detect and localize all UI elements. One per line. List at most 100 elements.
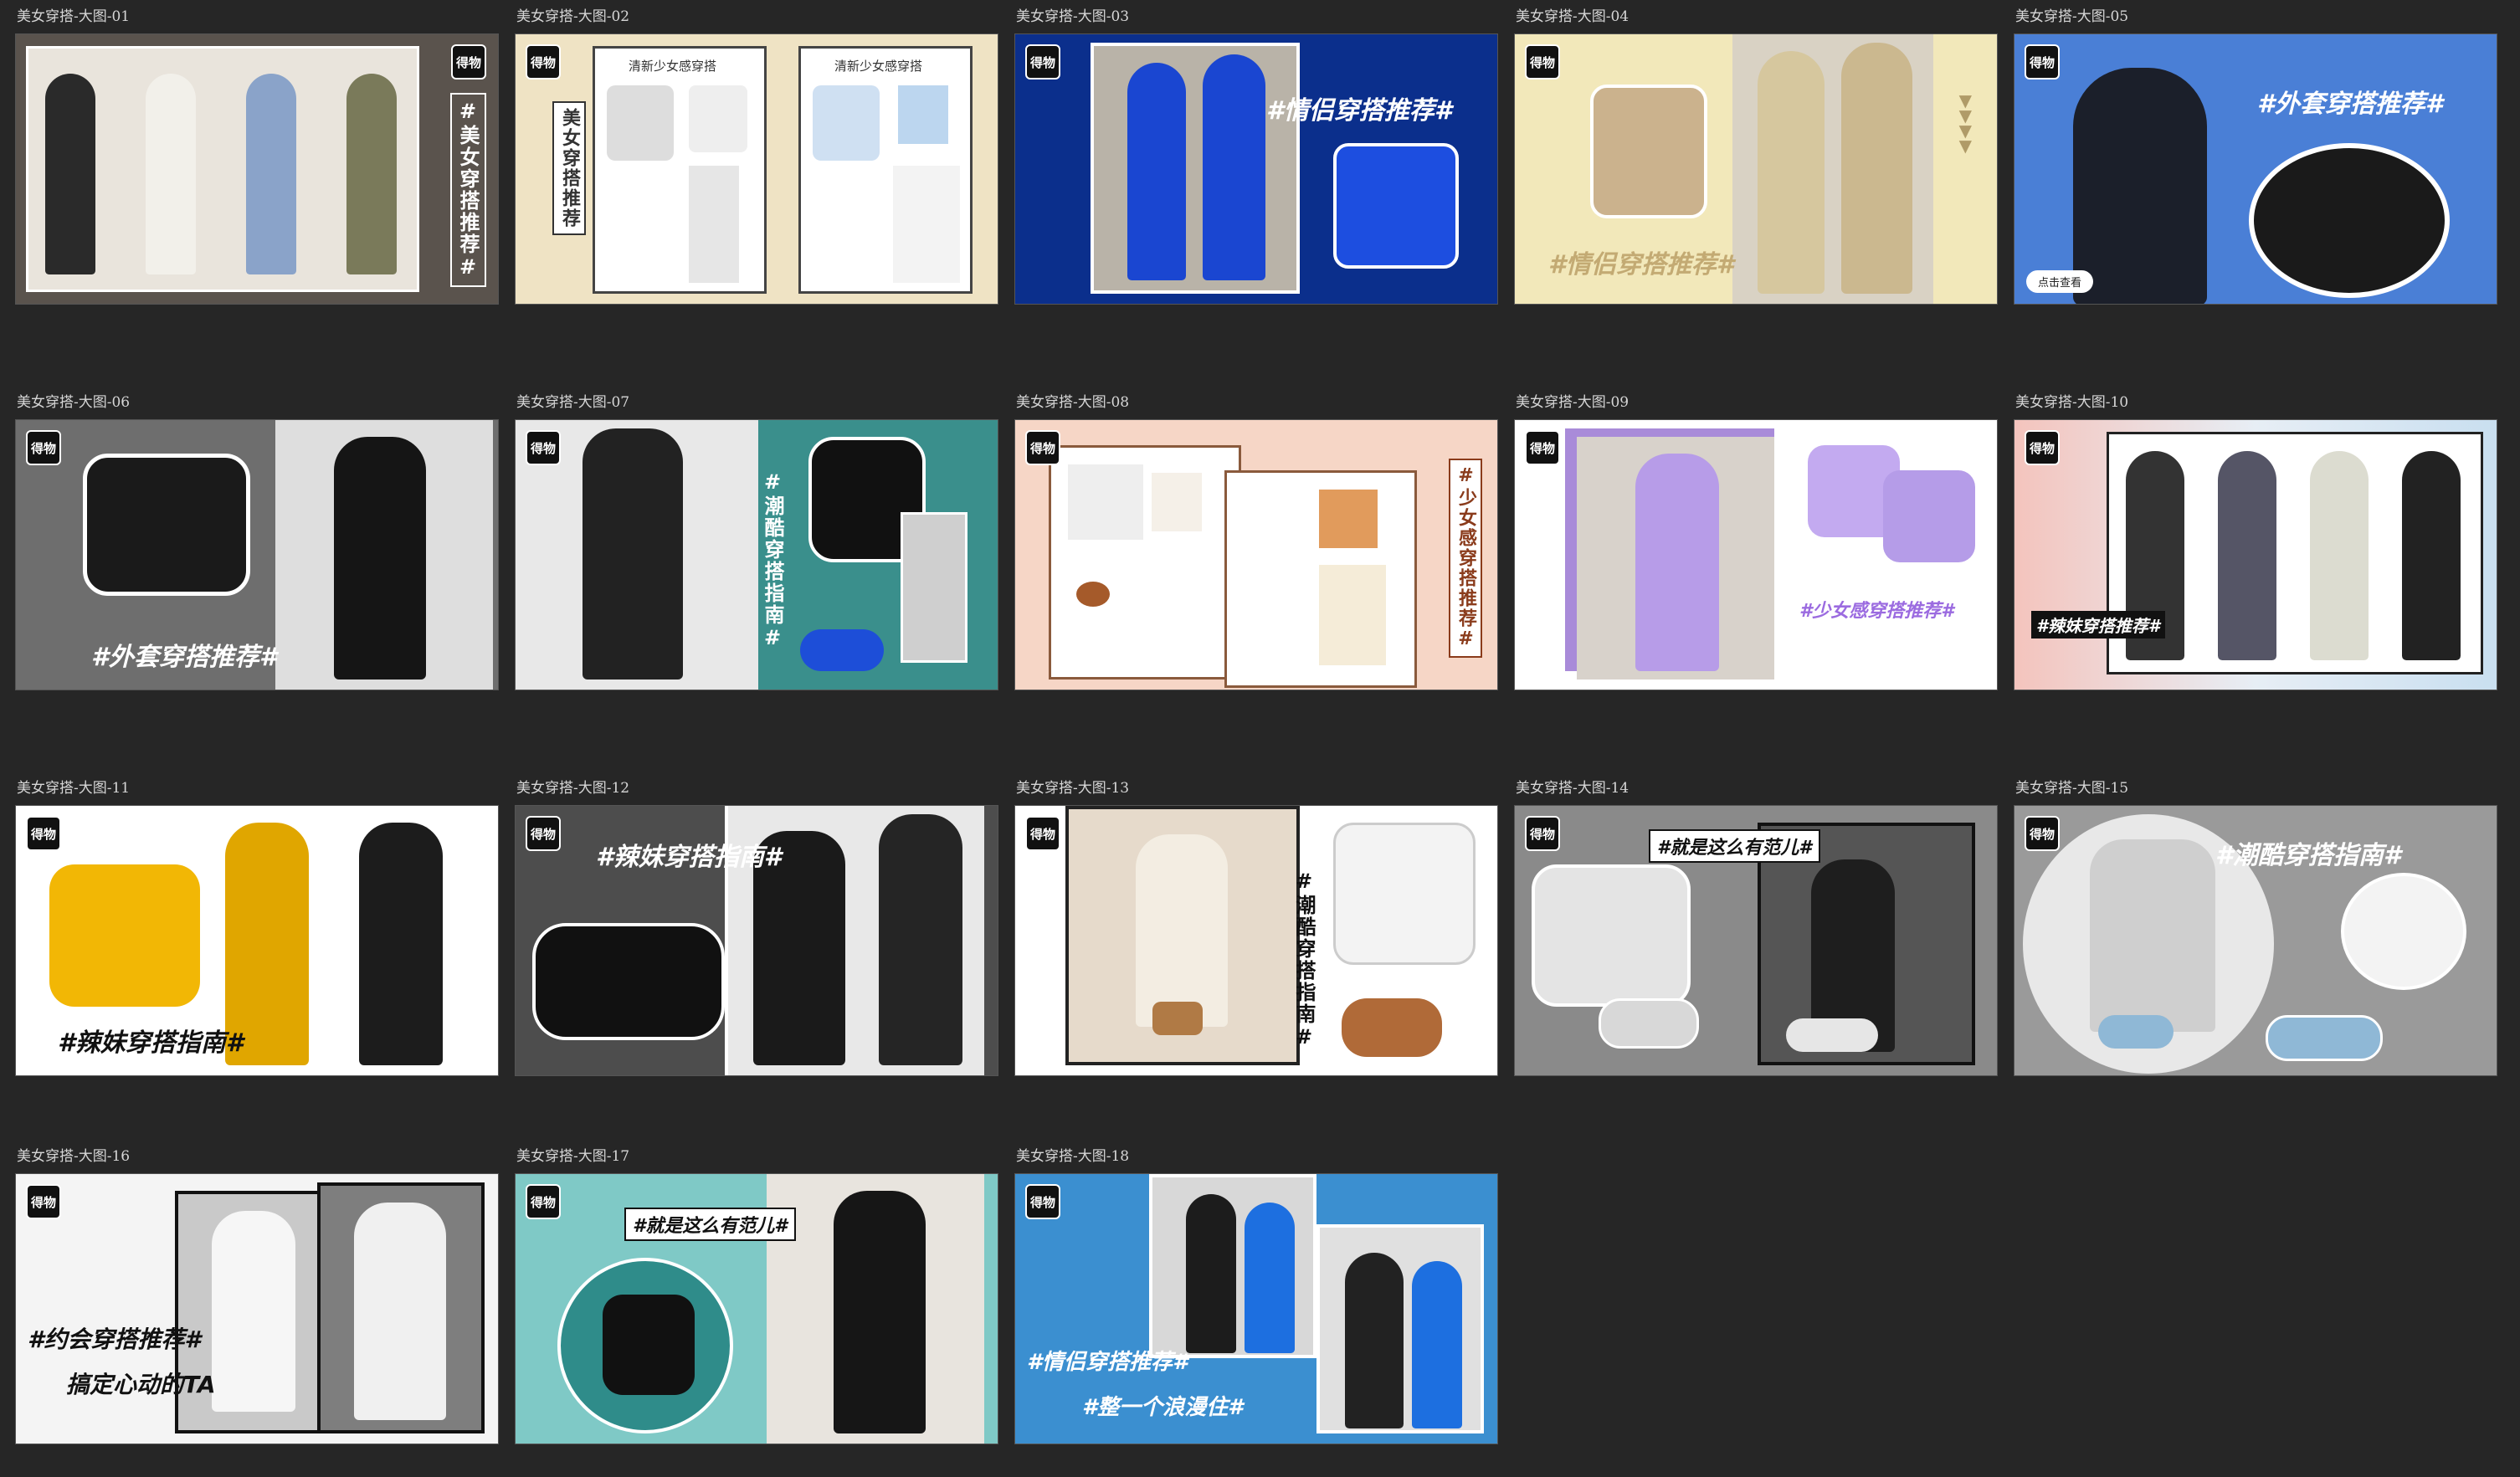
subtitle: #整一个浪漫住#	[1082, 1395, 1244, 1420]
hashtag-vertical: #少女感穿搭推荐#	[1449, 459, 1482, 658]
hashtag-vertical: #潮酷穿搭指南#	[761, 470, 784, 651]
hashtag-vertical: #美女穿搭推荐#	[450, 93, 486, 287]
thumbnail[interactable]: 得物 #情侣穿搭推荐# #整一个浪漫住#	[1014, 1173, 1498, 1444]
tile-13[interactable]: 美女穿搭-大图-13 得物 #潮酷穿搭指南#	[1014, 780, 1500, 1078]
hashtag: #辣妹穿搭指南#	[596, 843, 782, 872]
brand-logo-icon: 得物	[1025, 44, 1060, 79]
thumbnail[interactable]: 得物 #情侣穿搭推荐#	[1014, 33, 1498, 305]
thumbnail[interactable]: 得物 #潮酷穿搭指南#	[1014, 805, 1498, 1076]
brand-logo-icon: 得物	[2025, 430, 2060, 465]
thumbnail[interactable]: 得物 #辣妹穿搭推荐#	[2014, 419, 2497, 690]
tile-14[interactable]: 美女穿搭-大图-14 得物 #就是这么有范儿#	[1514, 780, 1999, 1078]
tile-label: 美女穿搭-大图-17	[516, 1148, 630, 1165]
tile-label: 美女穿搭-大图-13	[1016, 780, 1130, 797]
model-photo	[359, 823, 443, 1065]
tile-08[interactable]: 美女穿搭-大图-08 得物 #少女感穿搭推荐#	[1014, 394, 1500, 692]
tile-15[interactable]: 美女穿搭-大图-15 得物 #潮酷穿搭指南#	[2014, 780, 2499, 1078]
thumbnail[interactable]: 得物 #外套穿搭推荐#	[15, 419, 499, 690]
model-photo	[317, 1182, 485, 1433]
hashtag: #情侣穿搭推荐#	[1027, 1350, 1188, 1375]
hashtag: #外套穿搭推荐#	[2257, 90, 2443, 119]
tile-18[interactable]: 美女穿搭-大图-18 得物 #情侣穿搭推荐# #整一个浪漫住#	[1014, 1148, 1500, 1446]
jacket-photo	[2249, 143, 2450, 298]
couple-photo	[1149, 1174, 1316, 1358]
jacket-photo	[1333, 823, 1476, 965]
tile-label: 美女穿搭-大图-01	[17, 8, 131, 25]
arrow-icon: ▼ ▼ ▼ ▼	[1958, 90, 1972, 156]
tile-16[interactable]: 美女穿搭-大图-16 得物 #约会穿搭推荐# 搞定心动的TA	[15, 1148, 500, 1446]
shoe-photo	[1599, 998, 1699, 1049]
jacket-photo	[1590, 85, 1707, 218]
brand-logo-icon: 得物	[526, 816, 561, 851]
brand-logo-icon: 得物	[1025, 816, 1060, 851]
brand-logo-icon: 得物	[526, 430, 561, 465]
tile-12[interactable]: 美女穿搭-大图-12 得物 #辣妹穿搭指南#	[515, 780, 1000, 1078]
tile-label: 美女穿搭-大图-08	[1016, 394, 1130, 411]
hashtag: #就是这么有范儿#	[624, 1208, 796, 1241]
hoodie-photo	[2341, 873, 2466, 990]
couple-photo	[1732, 34, 1933, 304]
hoodie-photo	[1532, 864, 1691, 1007]
thumbnail[interactable]: 得物 #潮酷穿搭指南#	[515, 419, 998, 690]
brand-logo-icon: 得物	[1025, 1184, 1060, 1219]
thumbnail[interactable]: 得物 #辣妹穿搭指南#	[15, 805, 499, 1076]
board-caption: 清新少女感穿搭	[834, 59, 923, 74]
brand-logo-icon: 得物	[1525, 816, 1560, 851]
tile-label: 美女穿搭-大图-10	[2015, 394, 2129, 411]
hoodie-photo	[557, 1258, 733, 1433]
board-caption: 清新少女感穿搭	[629, 59, 717, 74]
hashtag: #情侣穿搭推荐#	[1266, 96, 1452, 126]
tile-label: 美女穿搭-大图-15	[2015, 780, 2129, 797]
view-button[interactable]: 点击查看	[2026, 270, 2094, 293]
tile-label: 美女穿搭-大图-04	[1516, 8, 1630, 25]
sweatshirt-photo	[1883, 470, 1975, 562]
tile-label: 美女穿搭-大图-02	[516, 8, 630, 25]
model-photo	[1577, 437, 1774, 680]
shoe-photo	[2266, 1015, 2383, 1061]
couple-photo	[1091, 43, 1300, 294]
tile-02[interactable]: 美女穿搭-大图-02 得物 美女穿搭推荐 清新少女感穿搭 清新少女感穿搭	[515, 8, 1000, 306]
tile-label: 美女穿搭-大图-18	[1016, 1148, 1130, 1165]
tile-06[interactable]: 美女穿搭-大图-06 得物 #外套穿搭推荐#	[15, 394, 500, 692]
brand-logo-icon: 得物	[26, 816, 61, 851]
tile-17[interactable]: 美女穿搭-大图-17 得物 #就是这么有范儿#	[515, 1148, 1000, 1446]
hashtag: #潮酷穿搭指南#	[2215, 841, 2401, 870]
jacket-photo	[49, 864, 200, 1007]
tile-04[interactable]: 美女穿搭-大图-04 得物 #情侣穿搭推荐# ▼ ▼ ▼ ▼	[1514, 8, 1999, 306]
shoe-photo	[800, 629, 884, 671]
brand-logo-icon: 得物	[451, 44, 486, 79]
thumbnail[interactable]: 得物 #潮酷穿搭指南#	[2014, 805, 2497, 1076]
brand-logo-icon: 得物	[2025, 44, 2060, 79]
tile-11[interactable]: 美女穿搭-大图-11 得物 #辣妹穿搭指南#	[15, 780, 500, 1078]
tile-label: 美女穿搭-大图-16	[17, 1148, 131, 1165]
tile-label: 美女穿搭-大图-11	[17, 780, 131, 797]
thumbnail[interactable]: 得物 #情侣穿搭推荐# ▼ ▼ ▼ ▼	[1514, 33, 1998, 305]
thumbnail[interactable]: 得物 #少女感穿搭推荐#	[1014, 419, 1498, 690]
outfit-board-left	[1049, 445, 1241, 680]
artboard-grid: 美女穿搭-大图-01 得物 #美女穿搭推荐# 美女穿搭-大图-02 得物 美女穿…	[0, 0, 2520, 1477]
hashtag-vertical: 美女穿搭推荐	[552, 101, 586, 235]
subtitle: 搞定心动的TA	[66, 1371, 216, 1398]
tile-05[interactable]: 美女穿搭-大图-05 得物 #外套穿搭推荐# 点击查看	[2014, 8, 2499, 306]
thumbnail[interactable]: 得物 #少女感穿搭推荐#	[1514, 419, 1998, 690]
tile-10[interactable]: 美女穿搭-大图-10 得物 #辣妹穿搭推荐#	[2014, 394, 2499, 692]
tile-07[interactable]: 美女穿搭-大图-07 得物 #潮酷穿搭指南#	[515, 394, 1000, 692]
thumbnail[interactable]: 得物 #外套穿搭推荐# 点击查看	[2014, 33, 2497, 305]
jacket-photo	[1333, 143, 1459, 269]
tile-label: 美女穿搭-大图-06	[17, 394, 131, 411]
model-photo	[767, 1174, 984, 1444]
thumbnail[interactable]: 得物 #就是这么有范儿#	[515, 1173, 998, 1444]
thumbnail[interactable]: 得物 #美女穿搭推荐#	[15, 33, 499, 305]
model-photo	[2056, 34, 2224, 304]
outfit-board-right	[1224, 470, 1417, 688]
hashtag: #就是这么有范儿#	[1649, 829, 1820, 863]
outfit-board-right: 清新少女感穿搭	[798, 46, 973, 294]
thumbnail[interactable]: 得物 #约会穿搭推荐# 搞定心动的TA	[15, 1173, 499, 1444]
hashtag-vertical: #潮酷穿搭指南#	[1292, 869, 1316, 1050]
thumbnail[interactable]: 得物 #辣妹穿搭指南#	[515, 805, 998, 1076]
thumbnail[interactable]: 得物 #就是这么有范儿#	[1514, 805, 1998, 1076]
tile-09[interactable]: 美女穿搭-大图-09 得物 #少女感穿搭推荐#	[1514, 394, 1999, 692]
tile-03[interactable]: 美女穿搭-大图-03 得物 #情侣穿搭推荐#	[1014, 8, 1500, 306]
thumbnail[interactable]: 得物 美女穿搭推荐 清新少女感穿搭 清新少女感穿搭	[515, 33, 998, 305]
tile-01[interactable]: 美女穿搭-大图-01 得物 #美女穿搭推荐#	[15, 8, 500, 306]
